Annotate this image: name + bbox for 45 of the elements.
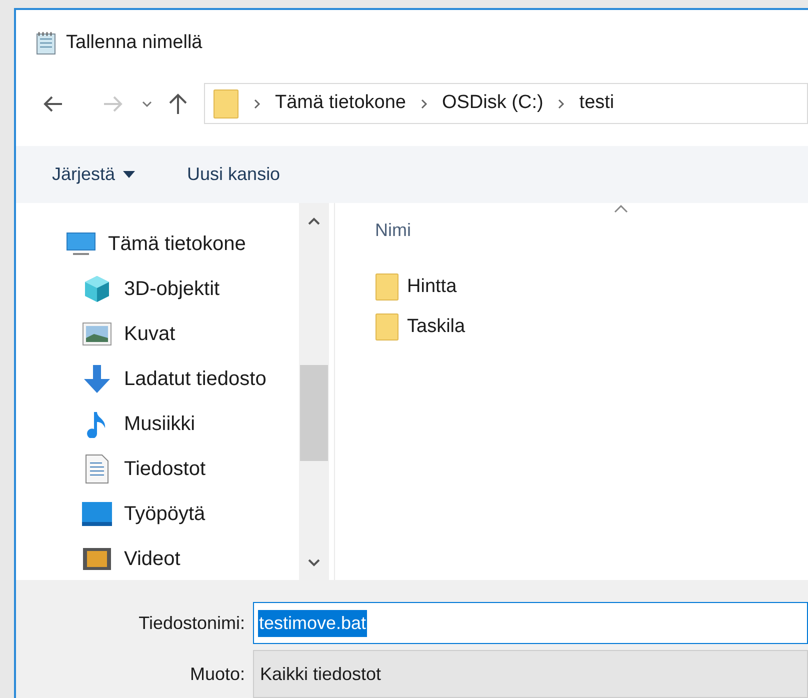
cube-icon bbox=[83, 274, 111, 303]
monitor-icon bbox=[66, 232, 96, 256]
nav-item[interactable]: 3D-objektit bbox=[124, 274, 220, 304]
scroll-up-icon[interactable] bbox=[308, 217, 320, 226]
back-arrow-icon[interactable] bbox=[42, 94, 64, 113]
nav-item[interactable]: Tiedostot bbox=[124, 454, 206, 484]
landscape-picture-icon bbox=[82, 322, 112, 346]
window-title: Tallenna nimellä bbox=[66, 30, 202, 55]
folder-icon bbox=[375, 313, 399, 342]
music-note-icon bbox=[86, 410, 108, 438]
chevron-right-icon[interactable] bbox=[420, 98, 428, 110]
scrollbar-thumb[interactable] bbox=[300, 365, 328, 462]
scrollbar[interactable] bbox=[299, 203, 329, 580]
column-header[interactable]: Nimi bbox=[375, 216, 411, 244]
scroll-down-icon[interactable] bbox=[308, 559, 320, 568]
screen-icon bbox=[81, 500, 113, 527]
file-type-dropdown[interactable]: Kaikki tiedostot bbox=[253, 650, 808, 698]
film-icon bbox=[82, 546, 112, 571]
up-arrow-icon[interactable] bbox=[168, 92, 188, 115]
notepad-icon bbox=[34, 30, 58, 56]
chevron-down-icon[interactable] bbox=[142, 100, 152, 108]
new-folder-button[interactable]: Uusi kansio bbox=[187, 160, 280, 188]
nav-item[interactable]: Työpöytä bbox=[124, 498, 206, 529]
down-arrow-icon bbox=[82, 364, 112, 394]
chevron-right-icon[interactable] bbox=[253, 98, 261, 110]
nav-item[interactable]: Musiikki bbox=[124, 408, 196, 439]
folder-icon bbox=[375, 273, 399, 302]
folder-icon bbox=[213, 88, 239, 119]
file-name-field[interactable]: testimove.bat bbox=[253, 602, 808, 644]
nav-item[interactable]: Kuvat bbox=[124, 318, 176, 349]
file-name-label: Tiedostonimi: bbox=[138, 612, 246, 634]
folder-name[interactable]: Taskila bbox=[407, 313, 466, 342]
chevron-right-icon[interactable] bbox=[557, 98, 566, 110]
nav-item[interactable]: Tämä tietokone bbox=[108, 228, 246, 259]
breadcrumb[interactable]: Tämä tietokone bbox=[275, 89, 406, 118]
document-icon bbox=[85, 454, 109, 484]
nav-item[interactable]: Ladatut tiedosto bbox=[124, 364, 266, 394]
breadcrumb[interactable]: OSDisk (C:) bbox=[442, 89, 544, 118]
organize-menu-button[interactable]: Järjestä bbox=[52, 160, 136, 188]
address-bar[interactable]: Tämä tietokone OSDisk (C:) testi bbox=[204, 83, 808, 124]
file-type-label: Muoto: bbox=[188, 662, 246, 686]
breadcrumb[interactable]: testi bbox=[579, 89, 614, 118]
caret-icon bbox=[123, 170, 136, 178]
folder-name[interactable]: Hintta bbox=[407, 273, 457, 302]
nav-item[interactable]: Videot bbox=[124, 544, 180, 574]
